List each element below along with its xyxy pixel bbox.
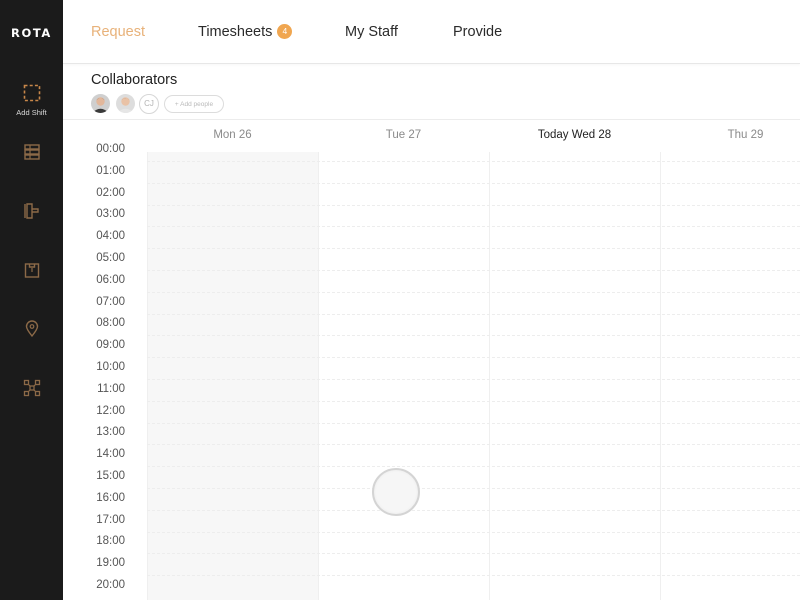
clipboard-icon [23,261,41,279]
rota-logo: ROTA [0,26,63,40]
add-shift-label: Add Shift [16,108,46,117]
sidebar-item-schedule[interactable] [0,143,63,161]
hour-line [147,510,800,511]
hour-label: 06:00 [63,274,125,286]
hour-label: 08:00 [63,317,125,329]
hour-label: 12:00 [63,405,125,417]
tab-my-staff-label: My Staff [345,24,398,40]
hour-line [147,248,800,249]
hour-line [147,444,800,445]
hour-label: 20:00 [63,579,125,591]
tab-provide-label: Provide [453,24,502,40]
hour-line [147,553,800,554]
hour-label: 19:00 [63,557,125,569]
hour-line [147,270,800,271]
day-column[interactable] [660,152,800,600]
top-nav: Request Timesheets 4 My Staff Provide [63,0,800,64]
schedule-icon [23,143,41,161]
hour-line [147,575,800,576]
sidebar: ROTA Add Shift [0,0,63,600]
hour-label: 14:00 [63,448,125,460]
sidebar-item-staff[interactable] [0,202,63,220]
hour-label: 07:00 [63,296,125,308]
tab-my-staff[interactable]: My Staff [345,24,398,40]
tab-request[interactable]: Request [91,24,145,40]
collaborators-title: Collaborators [91,72,177,88]
hour-label: 18:00 [63,535,125,547]
day-column[interactable] [489,152,660,600]
hour-label: 09:00 [63,339,125,351]
sidebar-item-location[interactable] [0,320,63,338]
hour-label: 01:00 [63,165,125,177]
hour-line [147,466,800,467]
day-header: Thu 29 [660,129,800,141]
avatar[interactable] [91,94,110,113]
hour-label: 16:00 [63,492,125,504]
hour-label: 02:00 [63,187,125,199]
hour-line [147,423,800,424]
hour-label: 03:00 [63,208,125,220]
hour-line [147,335,800,336]
day-header: Mon 26 [147,129,318,141]
add-shift-button[interactable]: Add Shift [0,84,63,117]
hour-line [147,314,800,315]
add-shift-icon [23,84,41,102]
hour-label: 05:00 [63,252,125,264]
hour-line [147,205,800,206]
hour-line [147,488,800,489]
hour-line [147,401,800,402]
tab-request-label: Request [91,24,145,40]
network-icon [23,379,41,397]
timesheets-badge: 4 [277,24,292,39]
sidebar-item-network[interactable] [0,379,63,397]
hour-label: 11:00 [63,383,125,395]
hour-label: 00:00 [63,143,125,155]
hour-label: 10:00 [63,361,125,373]
tab-timesheets[interactable]: Timesheets 4 [198,24,292,40]
day-column[interactable] [147,152,318,600]
tab-timesheets-label: Timesheets [198,24,272,40]
hour-line [147,357,800,358]
hour-label: 04:00 [63,230,125,242]
hour-line [147,532,800,533]
staff-icon [23,202,41,220]
hour-label: 15:00 [63,470,125,482]
hour-label: 17:00 [63,514,125,526]
hour-line [147,292,800,293]
hour-line [147,226,800,227]
hour-line [147,379,800,380]
loading-spinner [372,468,420,516]
hour-line [147,183,800,184]
day-header: Tue 27 [318,129,489,141]
avatar-initials[interactable]: CJ [139,94,159,114]
header-divider [63,119,800,120]
avatar[interactable] [116,94,135,113]
location-icon [23,320,41,338]
day-column[interactable] [318,152,489,600]
add-people-button[interactable]: + Add people [164,95,224,113]
sidebar-item-clipboard[interactable] [0,261,63,279]
tab-provide[interactable]: Provide [453,24,502,40]
day-header-today: Today Wed 28 [489,129,660,141]
hour-line [147,161,800,162]
hour-label: 13:00 [63,426,125,438]
